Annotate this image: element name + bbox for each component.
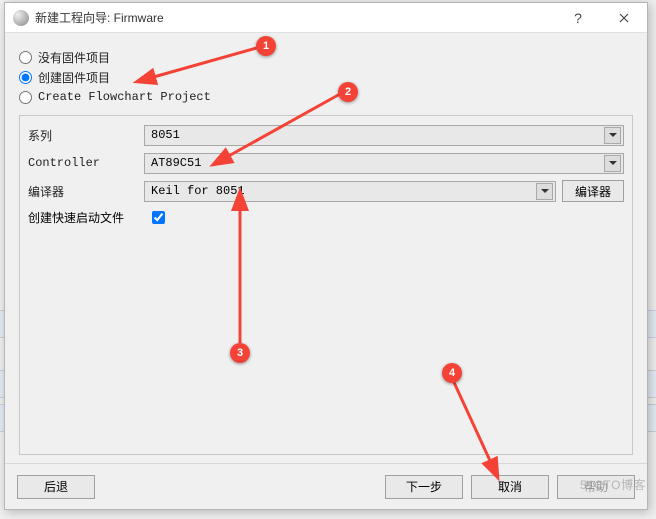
radio-create-flowchart-label: Create Flowchart Project: [38, 90, 211, 104]
radio-no-firmware-label: 没有固件项目: [38, 49, 110, 66]
radio-no-firmware[interactable]: 没有固件项目: [19, 47, 633, 67]
compiler-label: 编译器: [28, 183, 138, 200]
radio-create-flowchart-input[interactable]: [19, 91, 32, 104]
row-compiler: 编译器 Keil for 8051 编译器: [28, 178, 624, 204]
compiler-value: Keil for 8051: [151, 184, 536, 198]
quickstart-label: 创建快速启动文件: [28, 209, 138, 226]
radio-create-firmware-input[interactable]: [19, 71, 32, 84]
radio-group: 没有固件项目 创建固件项目 Create Flowchart Project: [19, 47, 633, 107]
close-button[interactable]: [601, 3, 647, 33]
footer: 后退 下一步 取消 帮助: [5, 463, 647, 509]
titlebar: 新建工程向导: Firmware ?: [5, 3, 647, 33]
chevron-down-icon: [604, 127, 621, 144]
firmware-group: 系列 8051 Controller AT89C51 编译器 Keil for …: [19, 115, 633, 455]
chevron-down-icon: [604, 155, 621, 172]
annotation-marker-4: 4: [442, 363, 462, 383]
next-button[interactable]: 下一步: [385, 475, 463, 499]
series-combo[interactable]: 8051: [144, 125, 624, 146]
annotation-marker-3: 3: [230, 343, 250, 363]
window-title: 新建工程向导: Firmware: [35, 9, 555, 26]
compiler-combo[interactable]: Keil for 8051: [144, 181, 556, 202]
dialog-body: 没有固件项目 创建固件项目 Create Flowchart Project 系…: [5, 33, 647, 463]
radio-no-firmware-input[interactable]: [19, 51, 32, 64]
controller-combo[interactable]: AT89C51: [144, 153, 624, 174]
help-button[interactable]: ?: [555, 3, 601, 33]
series-label: 系列: [28, 127, 138, 144]
compiler-button[interactable]: 编译器: [562, 180, 624, 202]
back-button[interactable]: 后退: [17, 475, 95, 499]
wizard-dialog: 新建工程向导: Firmware ? 没有固件项目 创建固件项目 Create …: [4, 2, 648, 510]
series-value: 8051: [151, 128, 604, 142]
annotation-marker-1: 1: [256, 36, 276, 56]
radio-create-firmware[interactable]: 创建固件项目: [19, 67, 633, 87]
row-controller: Controller AT89C51: [28, 150, 624, 176]
quickstart-checkbox[interactable]: [152, 211, 165, 224]
annotation-marker-2: 2: [338, 82, 358, 102]
app-icon: [13, 10, 29, 26]
controller-value: AT89C51: [151, 156, 604, 170]
radio-create-firmware-label: 创建固件项目: [38, 69, 110, 86]
radio-create-flowchart[interactable]: Create Flowchart Project: [19, 87, 633, 107]
row-series: 系列 8051: [28, 122, 624, 148]
close-icon: [619, 13, 629, 23]
cancel-button[interactable]: 取消: [471, 475, 549, 499]
controller-label: Controller: [28, 156, 138, 170]
chevron-down-icon: [536, 183, 553, 200]
row-quickstart: 创建快速启动文件: [28, 208, 624, 227]
help-button-footer[interactable]: 帮助: [557, 475, 635, 499]
